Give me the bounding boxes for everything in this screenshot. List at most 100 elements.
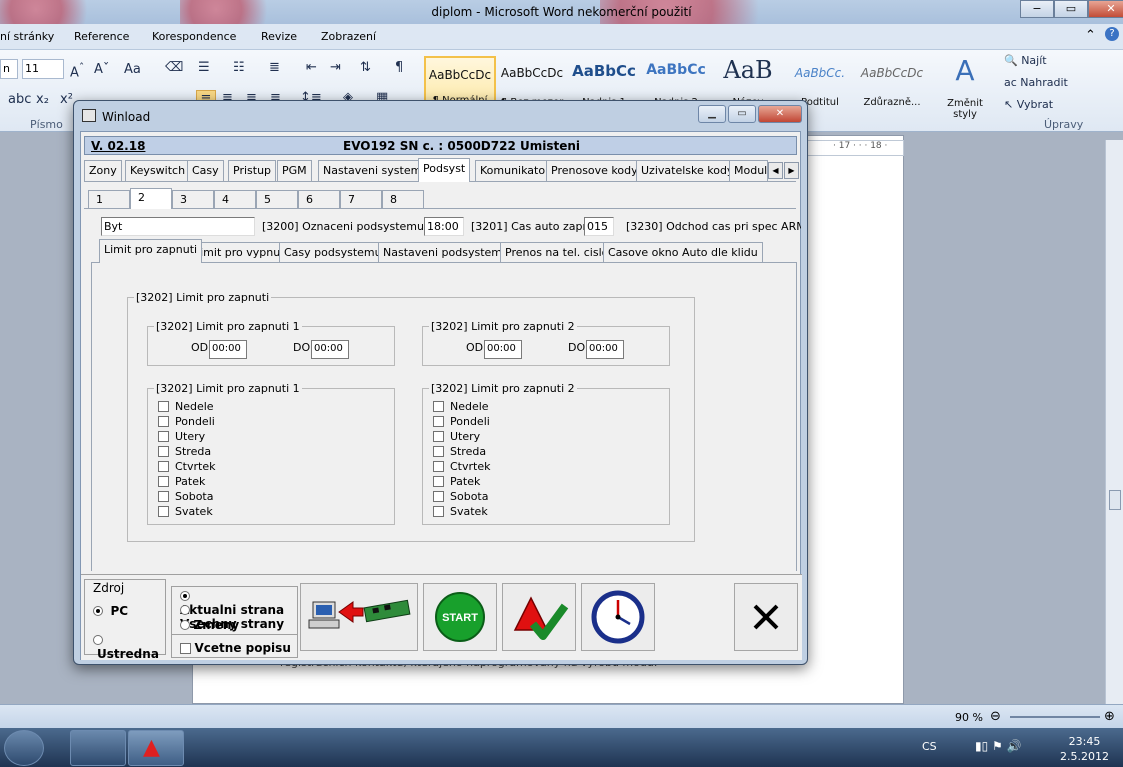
checkbox-box[interactable] [158, 446, 169, 457]
winload-maximize-button[interactable]: ▭ [728, 105, 756, 123]
radio-vsechny-dot[interactable] [180, 605, 190, 615]
exit-button[interactable] [734, 583, 798, 651]
subtab-prenos-na-tel-cislo[interactable]: Prenos na tel. cislo [500, 242, 614, 262]
day-checkbox-nedele[interactable]: Nedele [433, 400, 489, 414]
day-checkbox-ctvrtek[interactable]: Ctvrtek [433, 460, 490, 474]
auto-arm-time-input[interactable]: 18:00 [424, 217, 464, 236]
day-checkbox-pondeli[interactable]: Pondeli [158, 415, 215, 429]
partition-tab-1[interactable]: 1 [88, 190, 130, 208]
day-checkbox-streda[interactable]: Streda [158, 445, 211, 459]
multilevel-list-icon[interactable]: ≣ [269, 60, 280, 75]
ribbon-tab-revize[interactable]: Revize [261, 30, 297, 43]
checkbox-box[interactable] [158, 416, 169, 427]
subtab-casy-podsystemu[interactable]: Casy podsystemu [279, 242, 387, 262]
zoom-out-icon[interactable]: ⊖ [990, 709, 1001, 724]
tab-zony[interactable]: Zony [84, 160, 122, 181]
ribbon-tab-zobrazeni[interactable]: Zobrazení [321, 30, 376, 43]
checkbox-box[interactable] [433, 416, 444, 427]
increase-indent-icon[interactable]: ⇥ [330, 60, 341, 75]
checkbox-box[interactable] [180, 643, 191, 654]
grow-font-icon[interactable]: Aˆ [70, 61, 84, 80]
winload-minimize-button[interactable]: ▁ [698, 105, 726, 123]
day-checkbox-sobota[interactable]: Sobota [433, 490, 488, 504]
checkbox-box[interactable] [433, 476, 444, 487]
checkbox-box[interactable] [433, 506, 444, 517]
od-time-input-1[interactable]: 00:00 [209, 340, 247, 359]
checkbox-box[interactable] [433, 431, 444, 442]
day-checkbox-streda[interactable]: Streda [433, 445, 486, 459]
day-checkbox-svatek[interactable]: Svatek [158, 505, 213, 519]
partition-tab-2[interactable]: 2 [130, 188, 172, 209]
tab-prenosove-kody[interactable]: Prenosove kody [546, 160, 643, 181]
change-styles-button[interactable]: A Změnit styly [940, 56, 990, 121]
font-size-field[interactable]: 11 [22, 59, 64, 79]
checkbox-vcetne-popisu[interactable]: Vcetne popisu [180, 641, 291, 655]
subtab-limit-pro-zapnuti[interactable]: Limit pro zapnuti [99, 239, 203, 263]
transfer-pc-to-panel-button[interactable] [300, 583, 418, 651]
radio-aktualni-dot[interactable] [180, 591, 190, 601]
find-button[interactable]: 🔍 Najít [1004, 54, 1047, 67]
scrollbar-thumb[interactable] [1109, 490, 1121, 510]
tab-nastaveni-systemu[interactable]: Nastaveni systemu [318, 160, 434, 181]
partition-tab-6[interactable]: 6 [298, 190, 340, 208]
day-checkbox-svatek[interactable]: Svatek [433, 505, 488, 519]
checkbox-box[interactable] [433, 401, 444, 412]
zoom-level[interactable]: 90 % [955, 711, 983, 724]
zoom-slider[interactable] [1010, 716, 1100, 718]
checkbox-box[interactable] [433, 461, 444, 472]
checkbox-box[interactable] [158, 461, 169, 472]
taskbar-app-winload[interactable]: ▲ [128, 730, 184, 766]
radio-pc[interactable]: PC [93, 604, 128, 618]
verify-button[interactable] [502, 583, 576, 651]
sort-icon[interactable]: ⇅ [360, 60, 371, 75]
subtab-casove-okno[interactable]: Casove okno Auto dle klidu [603, 242, 763, 262]
taskbar-app-paint[interactable] [70, 730, 126, 766]
decrease-indent-icon[interactable]: ⇤ [306, 60, 317, 75]
partition-tab-7[interactable]: 7 [340, 190, 382, 208]
checkbox-box[interactable] [158, 401, 169, 412]
word-close-button[interactable]: ✕ [1088, 0, 1123, 18]
do-time-input-2[interactable]: 00:00 [586, 340, 624, 359]
od-time-input-2[interactable]: 00:00 [484, 340, 522, 359]
ribbon-tab-page-layout[interactable]: ní stránky [0, 30, 54, 43]
day-checkbox-sobota[interactable]: Sobota [158, 490, 213, 504]
checkbox-box[interactable] [158, 431, 169, 442]
winload-titlebar[interactable]: Winload ▁ ▭ ✕ [74, 101, 807, 129]
tab-pgm[interactable]: PGM [277, 160, 312, 181]
winload-close-button[interactable]: ✕ [758, 105, 802, 123]
subscript-icon[interactable]: x₂ [36, 92, 49, 107]
font-name-field[interactable]: n [0, 59, 18, 79]
word-minimize-button[interactable]: − [1020, 0, 1054, 18]
radio-zmeny[interactable]: Zmeny [180, 618, 239, 632]
ribbon-tab-reference[interactable]: Reference [74, 30, 129, 43]
partition-tab-8[interactable]: 8 [382, 190, 424, 208]
schedule-button[interactable] [581, 583, 655, 651]
day-checkbox-patek[interactable]: Patek [433, 475, 480, 489]
partition-tab-3[interactable]: 3 [172, 190, 214, 208]
day-checkbox-utery[interactable]: Utery [158, 430, 205, 444]
partition-name-input[interactable]: Byt [101, 217, 255, 236]
clock[interactable]: 23:45 2.5.2012 [1060, 734, 1109, 764]
help-icon[interactable]: ? [1105, 27, 1119, 41]
vertical-scrollbar[interactable] [1105, 140, 1123, 704]
tab-komunikator[interactable]: Komunikator [475, 160, 555, 181]
checkbox-box[interactable] [158, 491, 169, 502]
tab-moduly[interactable]: Moduly [729, 160, 768, 181]
radio-ustredna-dot[interactable] [93, 635, 103, 645]
shrink-font-icon[interactable]: Aˇ [94, 62, 109, 77]
day-checkbox-utery[interactable]: Utery [433, 430, 480, 444]
language-indicator[interactable]: CS [922, 740, 937, 753]
partition-tab-5[interactable]: 5 [256, 190, 298, 208]
start-orb-icon[interactable] [4, 730, 44, 766]
numbering-icon[interactable]: ☷ [233, 60, 245, 75]
superscript-icon[interactable]: x² [60, 92, 73, 107]
checkbox-box[interactable] [158, 476, 169, 487]
subtab-limit-pro-vypnuti[interactable]: Limit pro vypnuti [189, 242, 293, 262]
clear-formatting-icon[interactable]: ⌫ [165, 60, 183, 75]
auto-arm-value-input[interactable]: 015 [584, 217, 614, 236]
radio-zmeny-dot[interactable] [180, 620, 190, 630]
word-restore-button[interactable]: ▭ [1054, 0, 1088, 18]
day-checkbox-patek[interactable]: Patek [158, 475, 205, 489]
tab-uzivatelske-kody[interactable]: Uzivatelske kody [636, 160, 739, 181]
radio-pc-dot[interactable] [93, 606, 103, 616]
